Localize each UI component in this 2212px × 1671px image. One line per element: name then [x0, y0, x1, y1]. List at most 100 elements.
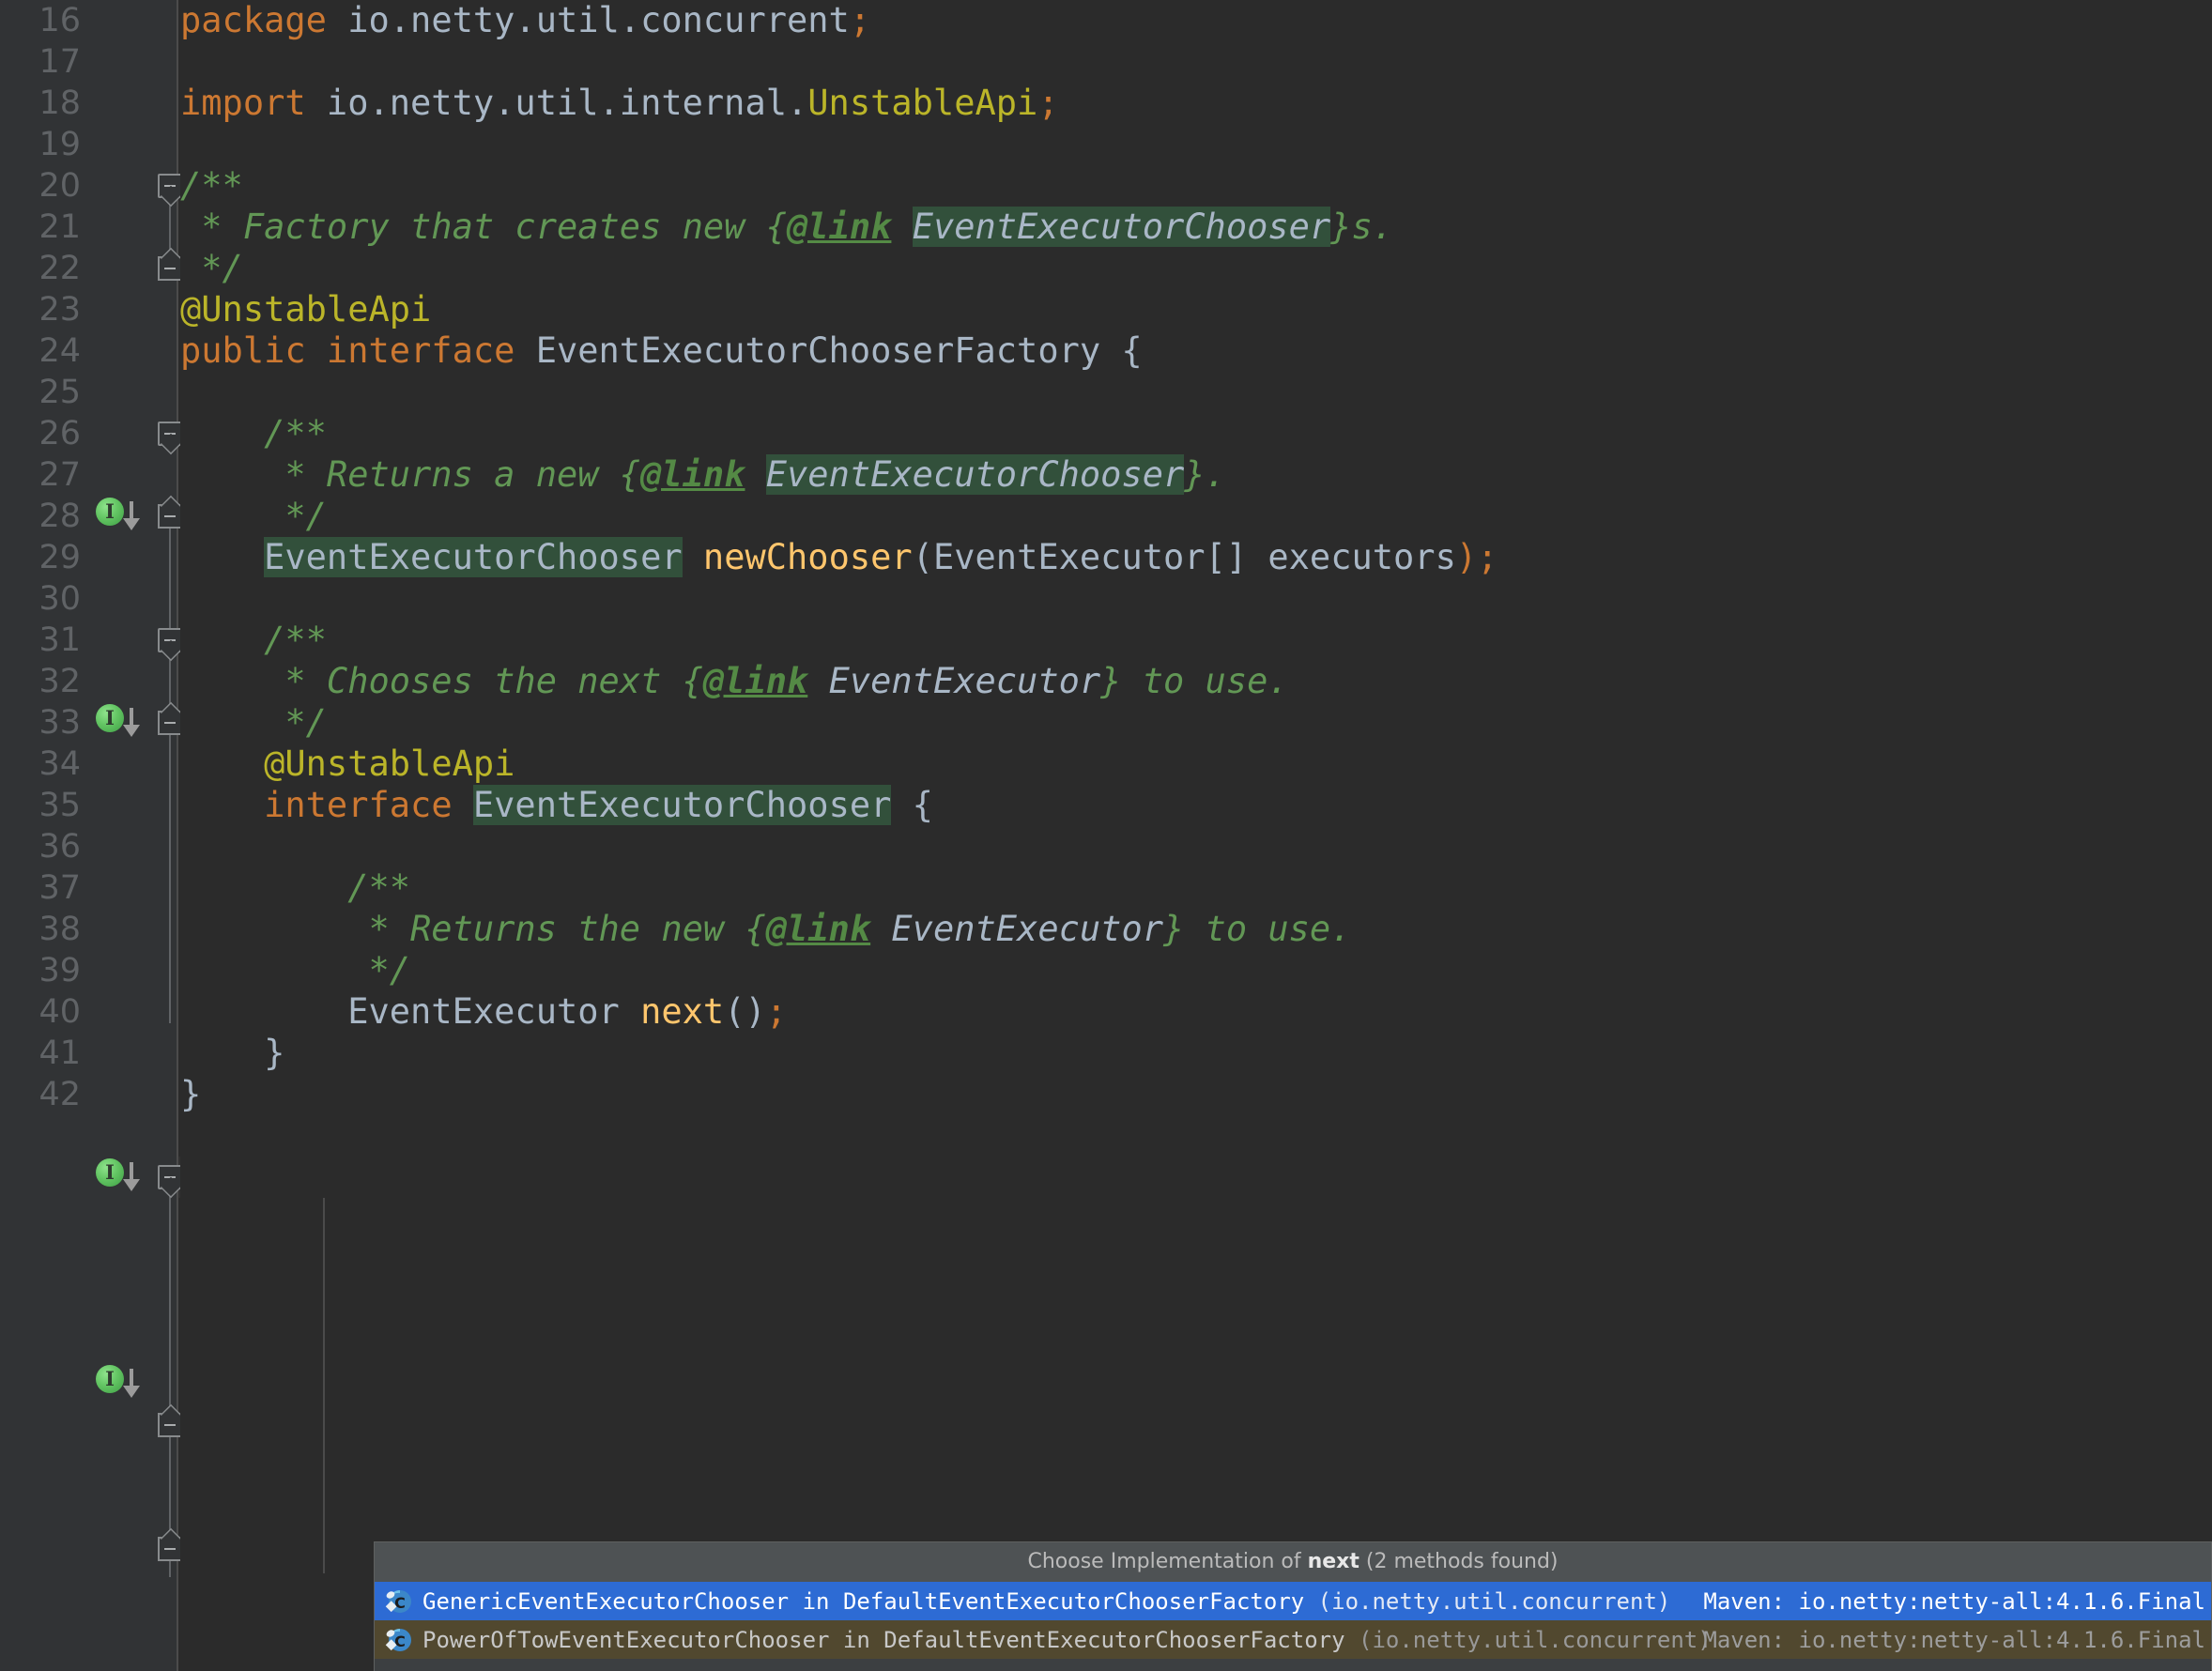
popup-title-suffix: (2 methods found)	[1359, 1550, 1559, 1573]
arrow-down-icon	[120, 499, 143, 531]
token-comment: */	[180, 702, 327, 743]
line-number: 32	[0, 661, 81, 702]
popup-item-in: in	[829, 1627, 883, 1653]
code-line-26[interactable]: /**	[180, 413, 327, 454]
code-line-31[interactable]: /**	[180, 620, 327, 661]
token-annotation: @UnstableApi	[264, 744, 515, 784]
token-keyword: import	[180, 83, 306, 123]
token-text	[683, 537, 703, 577]
code-line-21[interactable]: * Factory that creates new {@link EventE…	[180, 207, 1393, 248]
popup-item-name: GenericEventExecutorChooser	[422, 1588, 789, 1615]
token-text: io.netty.util.concurrent	[327, 0, 850, 40]
token-comment: } to use.	[1163, 909, 1351, 949]
code-line-22[interactable]: */	[180, 248, 243, 289]
code-content[interactable]: package io.netty.util.concurrent; import…	[180, 0, 2212, 1671]
code-line-35[interactable]: interface EventExecutorChooser {	[180, 785, 933, 826]
svg-text:C: C	[394, 1594, 406, 1612]
code-line-20[interactable]: /**	[180, 165, 243, 207]
token-comment	[891, 207, 912, 247]
line-number: 19	[0, 124, 81, 165]
code-line-34[interactable]: @UnstableApi	[180, 744, 515, 785]
fold-marker-end[interactable]	[158, 1413, 182, 1437]
token-keyword: public interface	[180, 330, 515, 371]
code-line-24[interactable]: public interface EventExecutorChooserFac…	[180, 330, 1143, 372]
code-line-33[interactable]: */	[180, 702, 327, 744]
fold-marker-expanded[interactable]	[158, 174, 182, 198]
token-keyword: interface	[264, 785, 452, 825]
popup-item-row[interactable]: C PowerOfTowEventExecutorChooser in Defa…	[375, 1620, 2211, 1659]
fold-marker-end[interactable]	[158, 1537, 182, 1561]
line-number: 17	[0, 41, 81, 83]
line-number: 38	[0, 909, 81, 950]
code-line-37[interactable]: /**	[180, 867, 410, 909]
line-number: 42	[0, 1074, 81, 1115]
token-javadoc-ref: EventExecutor	[891, 909, 1163, 949]
line-number: 40	[0, 991, 81, 1033]
code-line-28[interactable]: */	[180, 496, 327, 537]
fold-marker-expanded[interactable]	[158, 1165, 182, 1189]
token-indent	[180, 785, 264, 825]
token-type-declaration: EventExecutorChooser	[473, 785, 892, 825]
code-line-41[interactable]: }	[180, 1033, 284, 1074]
code-line-16[interactable]: package io.netty.util.concurrent;	[180, 0, 870, 41]
popup-item-package: (io.netty.util.concurrent)	[1345, 1627, 1712, 1653]
token-comment: */	[180, 950, 410, 990]
code-line-32[interactable]: * Chooses the next {@link EventExecutor}…	[180, 661, 1289, 702]
token-brace: }	[180, 1033, 284, 1073]
fold-marker-expanded[interactable]	[158, 628, 182, 652]
popup-item-owner: DefaultEventExecutorChooserFactory	[843, 1588, 1304, 1615]
arrow-down-icon	[120, 1367, 143, 1399]
line-number: 37	[0, 867, 81, 909]
line-number: 35	[0, 785, 81, 826]
token-comment: /**	[180, 165, 243, 206]
token-paren: )	[1456, 537, 1477, 577]
popup-item-library: Maven: io.netty:netty-all:4.1.6.Final	[1703, 1627, 2205, 1653]
token-text: EventExecutorChooserFactory {	[515, 330, 1142, 371]
fold-marker-end[interactable]	[158, 504, 182, 529]
token-annotation: @UnstableApi	[180, 289, 431, 330]
code-line-27[interactable]: * Returns a new {@link EventExecutorChoo…	[180, 454, 1226, 496]
line-number: 20	[0, 165, 81, 207]
token-comment: } to use.	[1100, 661, 1288, 701]
svg-text:C: C	[394, 1633, 406, 1650]
token-type-usage: EventExecutorChooser	[264, 537, 683, 577]
code-line-29[interactable]: EventExecutorChooser newChooser(EventExe…	[180, 537, 1498, 578]
fold-marker-expanded[interactable]	[158, 422, 182, 446]
code-line-39[interactable]: */	[180, 950, 410, 991]
line-number: 25	[0, 372, 81, 413]
code-line-18[interactable]: import io.netty.util.internal.UnstableAp…	[180, 83, 1059, 124]
token-javadoc-ref: EventExecutor	[829, 661, 1101, 701]
popup-footer	[375, 1659, 2211, 1671]
line-number: 30	[0, 578, 81, 620]
popup-item-package: (io.netty.util.concurrent)	[1304, 1588, 1670, 1615]
token-text: ()	[724, 991, 766, 1032]
popup-item-name: PowerOfTowEventExecutorChooser	[422, 1627, 829, 1653]
popup-item-library: Maven: io.netty:netty-all:4.1.6.Final	[1703, 1588, 2205, 1615]
token-comment: * Returns a new {	[180, 454, 640, 495]
implemented-method-icon[interactable]: I	[96, 1365, 128, 1397]
token-javadoc-link-tag: @link	[703, 661, 807, 701]
token-semicolon: ;	[766, 991, 787, 1032]
choose-implementation-popup[interactable]: Choose Implementation of next (2 methods…	[374, 1541, 2212, 1671]
token-comment: /**	[180, 413, 327, 453]
implemented-interface-icon[interactable]: I	[96, 1158, 128, 1190]
token-indent	[180, 537, 264, 577]
line-number: 23	[0, 289, 81, 330]
code-line-38[interactable]: * Returns the new {@link EventExecutor} …	[180, 909, 1351, 950]
fold-marker-end[interactable]	[158, 711, 182, 735]
editor-gutter[interactable]: 16 17 18 19 20 21 22 23 24 25 26 27 28 2…	[0, 0, 178, 1671]
token-type: UnstableApi	[807, 83, 1037, 123]
token-text: {	[891, 785, 933, 825]
implemented-interface-icon[interactable]: I	[96, 498, 128, 529]
code-line-42[interactable]: }	[180, 1074, 201, 1115]
token-javadoc-ref: EventExecutorChooser	[766, 454, 1185, 495]
popup-item-row[interactable]: C GenericEventExecutorChooser in Default…	[375, 1582, 2211, 1620]
code-line-40[interactable]: EventExecutor next();	[180, 991, 787, 1033]
popup-item-label: GenericEventExecutorChooser in DefaultEv…	[422, 1588, 1670, 1615]
token-comment: * Factory that creates new {	[180, 207, 787, 247]
code-editor[interactable]: 16 17 18 19 20 21 22 23 24 25 26 27 28 2…	[0, 0, 2212, 1671]
line-number: 34	[0, 744, 81, 785]
code-line-23[interactable]: @UnstableApi	[180, 289, 431, 330]
fold-marker-end[interactable]	[158, 256, 182, 281]
implemented-method-icon[interactable]: I	[96, 704, 128, 736]
